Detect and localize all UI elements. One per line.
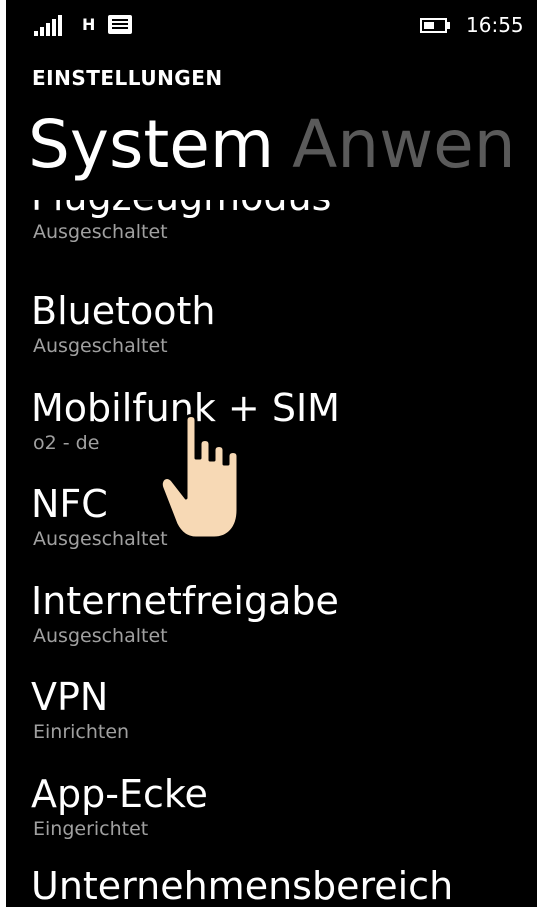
signal-strength-icon: [34, 14, 68, 36]
list-item-subtitle: Ausgeschaltet: [33, 528, 168, 550]
list-item-subtitle: Eingerichtet: [33, 818, 149, 840]
page-title: EINSTELLUNGEN: [32, 66, 223, 90]
status-bar: H 16:55: [6, 0, 537, 52]
settings-list[interactable]: Flugzeugmodus Ausgeschaltet Bluetooth Au…: [6, 200, 537, 907]
message-icon: [108, 15, 132, 34]
list-item-subtitle: Einrichten: [33, 721, 130, 743]
list-item-bluetooth[interactable]: Bluetooth Ausgeschaltet: [31, 288, 537, 358]
list-item-title: Unternehmensbereich: [31, 864, 454, 907]
list-item-subtitle: Ausgeschaltet: [33, 335, 168, 357]
list-item-app-ecke[interactable]: App-Ecke Eingerichtet: [31, 771, 537, 841]
list-item-title: Mobilfunk + SIM: [31, 386, 340, 430]
list-item-title: Flugzeugmodus: [31, 200, 537, 220]
list-item-subtitle: Ausgeschaltet: [33, 221, 168, 243]
list-item-subtitle: o2 - de: [33, 432, 100, 454]
pivot-header: System Anwen: [28, 100, 516, 190]
list-item-unternehmensbereich[interactable]: Unternehmensbereich: [31, 863, 537, 907]
list-item-title: Bluetooth: [31, 289, 216, 333]
list-item-internetfreigabe[interactable]: Internetfreigabe Ausgeschaltet: [31, 578, 537, 648]
list-item-nfc[interactable]: NFC Ausgeschaltet: [31, 481, 537, 551]
list-item-flugzeugmodus[interactable]: Flugzeugmodus Ausgeschaltet: [31, 200, 537, 244]
phone-screen: H 16:55 EINSTELLUNGEN SystemAnwen Flugze…: [6, 0, 537, 907]
pivot-item-system[interactable]: System: [28, 106, 274, 183]
list-item-title: App-Ecke: [31, 772, 208, 816]
list-item-vpn[interactable]: VPN Einrichten: [31, 674, 537, 744]
list-item-title: NFC: [31, 482, 108, 526]
battery-tip-icon: [447, 22, 450, 29]
list-item-subtitle: Ausgeschaltet: [33, 625, 168, 647]
list-item-title: Internetfreigabe: [31, 579, 339, 623]
network-type: H: [82, 15, 96, 34]
list-item-title: VPN: [31, 675, 109, 719]
list-item-mobilfunk-sim[interactable]: Mobilfunk + SIM o2 - de: [31, 385, 537, 455]
battery-icon: [420, 18, 447, 33]
clock: 16:55: [466, 13, 524, 37]
tap-hand-icon: [159, 414, 240, 540]
pivot-item-anwendungen[interactable]: Anwen: [292, 106, 515, 183]
